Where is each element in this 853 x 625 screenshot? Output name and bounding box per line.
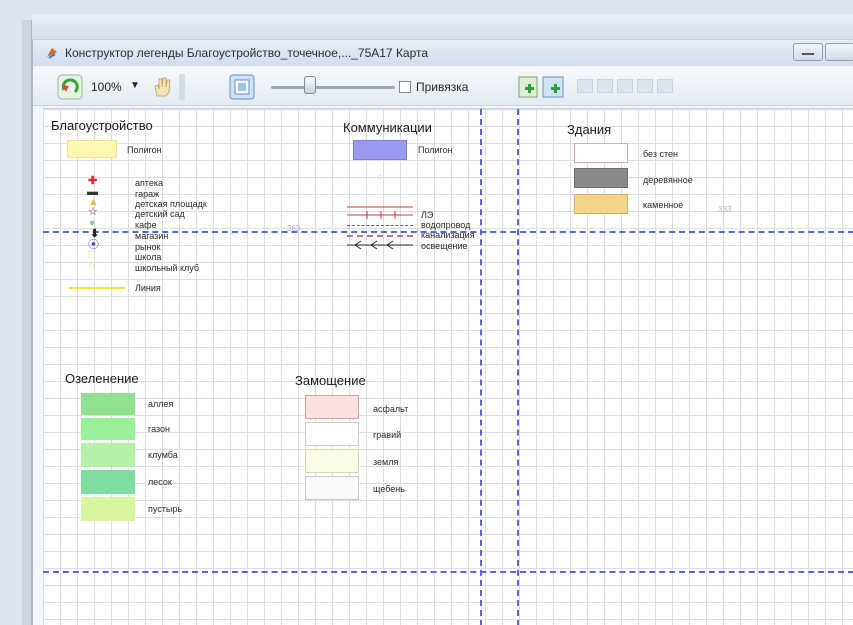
legend-label[interactable]: асфальт [373,404,408,414]
paving-swatch-shcheben[interactable] [305,476,359,500]
select-frame-icon[interactable] [229,74,255,100]
add-item-icon[interactable] [517,74,539,100]
minimize-button[interactable] [793,43,823,61]
legend-label[interactable]: без стен [643,149,678,159]
page-guide-vertical-1 [480,109,482,625]
legend-label[interactable]: деревянное [643,175,693,185]
refresh-icon[interactable] [57,74,83,100]
green-swatch-gazon[interactable] [81,418,135,440]
section-title-ozelenenie[interactable]: Озеленение [65,371,139,386]
legend-label[interactable]: водопровод [421,220,470,230]
small-circle-icon: ○ [377,172,383,182]
paving-swatch-zemlya[interactable] [305,449,359,473]
parent-window-edge [22,20,32,625]
toolbar-separator [179,74,185,100]
zoom-select[interactable]: 100% [91,80,122,94]
app-icon [47,48,57,59]
zoom-slider-track[interactable] [271,86,395,89]
section-title-zamoshchenie[interactable]: Замощение [295,373,366,388]
building-swatch-kamennoe[interactable] [574,194,628,214]
polygon-swatch-komm[interactable] [353,140,407,160]
disabled-tool-1-icon [577,79,593,93]
building-swatch-derevyannoe[interactable] [574,168,628,188]
legend-label[interactable]: каменное [643,200,683,210]
section-title-kommunikatsii[interactable]: Коммуникации [343,120,432,135]
legend-label[interactable]: гараж [135,189,159,199]
green-swatch-klumba[interactable] [81,443,135,467]
maximize-button[interactable] [825,43,853,61]
legend-label[interactable]: школьный клуб [135,263,199,273]
page-marker: 363 [287,224,301,233]
legend-label[interactable]: детская площадк [135,199,207,209]
disabled-tool-3-icon [617,79,633,93]
disabled-tool-5-icon [657,79,673,93]
legend-label[interactable]: ЛЭ [421,210,433,220]
line-swatch-le[interactable] [347,204,413,222]
legend-label[interactable]: рынок [135,242,160,252]
section-title-zdaniya[interactable]: Здания [567,122,611,137]
legend-label[interactable]: Линия [135,283,161,293]
legend-label[interactable]: земля [373,457,398,467]
legend-label[interactable]: Полигон [127,145,162,155]
toolbar: 100% ▼ Привязка [33,68,853,106]
circle-outline-icon: ○ [88,260,95,272]
legend-canvas[interactable]: Благоустройство Полигон ✚ аптека ▬ гараж… [43,108,853,625]
line-swatch-kanalizatsiya[interactable] [347,235,413,237]
chevron-down-icon[interactable]: ▼ [130,80,140,91]
green-swatch-lesok[interactable] [81,470,135,494]
disabled-tool-4-icon [637,79,653,93]
snap-checkbox[interactable] [399,81,411,93]
legend-label[interactable]: школа [135,252,161,262]
legend-label[interactable]: детский сад [135,209,185,219]
window-title: Конструктор легенды Благоустройство_точе… [65,46,429,60]
page-guide-horizontal-2 [43,571,853,573]
line-swatch-osveshchenie[interactable] [347,240,413,250]
window-titlebar: Конструктор легенды Благоустройство_точе… [33,40,853,66]
legend-label[interactable]: кафе [135,220,157,230]
building-swatch-bez-sten[interactable] [574,143,628,163]
legend-label[interactable]: канализация [421,230,475,240]
parent-window-titlebar [32,14,853,40]
legend-label[interactable]: освещение [421,241,468,251]
legend-label[interactable]: гравий [373,430,401,440]
pan-hand-icon[interactable] [151,74,173,100]
legend-label[interactable]: магазин [135,231,168,241]
legend-label[interactable]: Полигон [418,145,453,155]
line-swatch-vodoprovod[interactable] [347,225,413,226]
legend-label[interactable]: аллея [148,399,173,409]
paving-swatch-graviy[interactable] [305,422,359,446]
snap-label: Привязка [416,80,469,94]
zoom-slider-thumb[interactable] [304,76,316,94]
page-guide-vertical-2 [517,109,519,625]
legend-designer-window: Конструктор легенды Благоустройство_точе… [32,40,853,625]
legend-label[interactable]: аптека [135,178,163,188]
page-marker: 333 [718,205,732,214]
polygon-swatch-blago[interactable] [67,140,117,158]
disabled-tool-2-icon [597,79,613,93]
legend-label[interactable]: щебень [373,484,405,494]
section-title-blagoustroistvo[interactable]: Благоустройство [51,118,153,133]
add-group-icon[interactable] [541,74,565,100]
paving-swatch-asfalt[interactable] [305,395,359,419]
line-swatch-blago[interactable] [69,287,125,289]
legend-label[interactable]: газон [148,424,170,434]
legend-label[interactable]: пустырь [148,504,182,514]
legend-label[interactable]: клумба [148,450,178,460]
green-swatch-pustyr[interactable] [81,497,135,521]
legend-label[interactable]: лесок [148,477,172,487]
green-swatch-alleya[interactable] [81,393,135,415]
